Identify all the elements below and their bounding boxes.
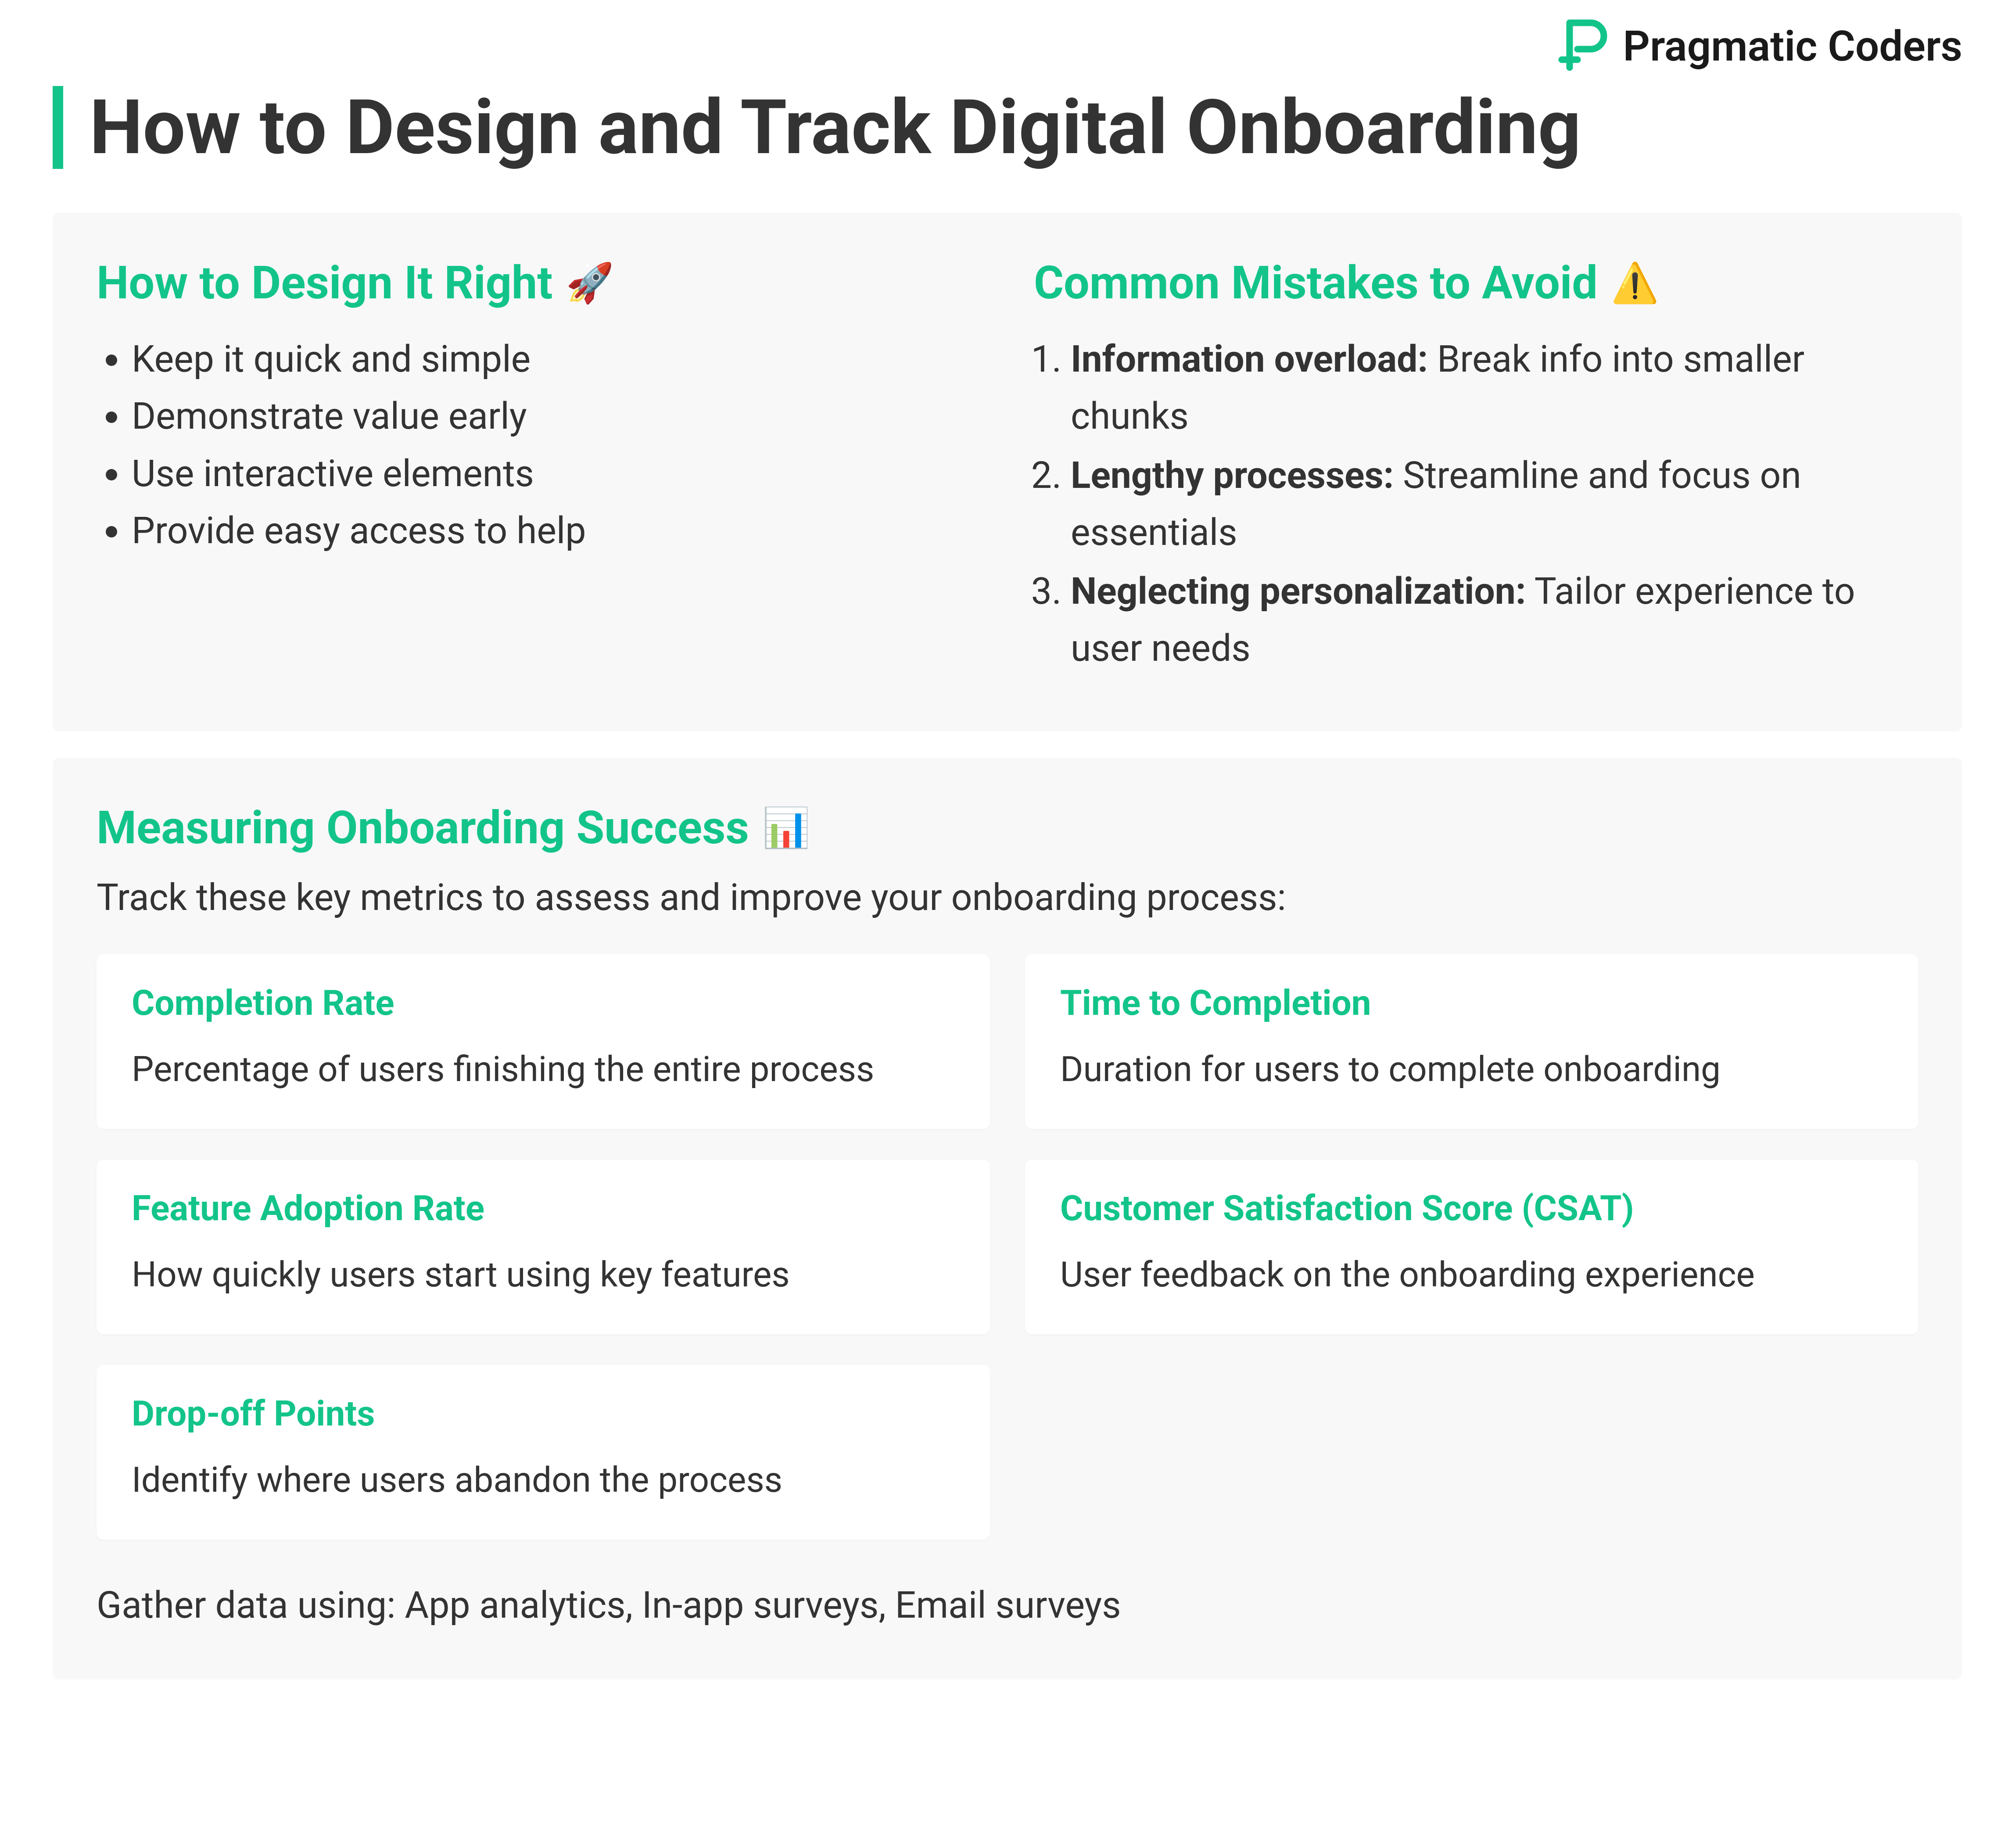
measuring-footer: Gather data using: App analytics, In-app… [97, 1583, 1918, 1627]
rocket-icon: 🚀 [566, 261, 614, 306]
design-column: How to Design It Right 🚀 Keep it quick a… [97, 257, 981, 679]
mistake-lead: Neglecting personalization: [1071, 569, 1526, 613]
metrics-grid: Completion Rate Percentage of users fini… [97, 954, 1918, 1540]
metric-card: Completion Rate Percentage of users fini… [97, 954, 990, 1129]
list-item: Information overload: Break info into sm… [1071, 331, 1918, 445]
page-title: How to Design and Track Digital Onboardi… [90, 86, 1962, 169]
metric-title: Feature Adoption Rate [132, 1188, 955, 1229]
metric-desc: Percentage of users finishing the entire… [132, 1045, 955, 1094]
design-heading-text: How to Design It Right [97, 257, 552, 310]
mistakes-column: Common Mistakes to Avoid ⚠️ Information … [1034, 257, 1918, 679]
metric-card: Time to Completion Duration for users to… [1025, 954, 1918, 1129]
list-item: Neglecting personalization: Tailor exper… [1071, 563, 1918, 677]
design-heading: How to Design It Right 🚀 [97, 257, 981, 310]
metric-desc: User feedback on the onboarding experien… [1060, 1250, 1883, 1299]
brand-logo-icon [1556, 18, 1609, 75]
metric-title: Time to Completion [1060, 982, 1883, 1024]
list-item: Demonstrate value early [132, 388, 981, 445]
mistakes-list: Information overload: Break info into sm… [1034, 331, 1918, 677]
mistakes-heading-text: Common Mistakes to Avoid [1034, 257, 1598, 310]
measuring-intro: Track these key metrics to assess and im… [97, 876, 1918, 919]
measuring-heading: Measuring Onboarding Success 📊 [97, 802, 1918, 855]
brand-logo-area: Pragmatic Coders [53, 18, 1962, 77]
mistake-lead: Lengthy processes: [1071, 454, 1394, 497]
bar-chart-icon: 📊 [762, 806, 810, 851]
metric-desc: How quickly users start using key featur… [132, 1250, 955, 1299]
metric-card: Drop-off Points Identify where users aba… [97, 1365, 990, 1540]
measuring-panel: Measuring Onboarding Success 📊 Track the… [53, 758, 1962, 1680]
list-item: Provide easy access to help [132, 502, 981, 559]
brand-name: Pragmatic Coders [1623, 22, 1962, 71]
list-item: Use interactive elements [132, 445, 981, 502]
metric-desc: Duration for users to complete onboardin… [1060, 1045, 1883, 1094]
warning-icon: ⚠️ [1611, 261, 1659, 306]
measuring-heading-text: Measuring Onboarding Success [97, 802, 749, 855]
metric-title: Completion Rate [132, 982, 955, 1024]
list-item: Keep it quick and simple [132, 331, 981, 388]
metric-title: Drop-off Points [132, 1393, 955, 1434]
metric-card: Customer Satisfaction Score (CSAT) User … [1025, 1160, 1918, 1334]
list-item: Lengthy processes: Streamline and focus … [1071, 447, 1918, 561]
metric-card: Feature Adoption Rate How quickly users … [97, 1160, 990, 1334]
design-list: Keep it quick and simple Demonstrate val… [97, 331, 981, 559]
page-title-wrap: How to Design and Track Digital Onboardi… [53, 86, 1962, 169]
metric-title: Customer Satisfaction Score (CSAT) [1060, 1188, 1883, 1229]
mistakes-heading: Common Mistakes to Avoid ⚠️ [1034, 257, 1918, 310]
mistake-lead: Information overload: [1071, 337, 1428, 381]
brand-logo: Pragmatic Coders [1556, 18, 1962, 75]
top-panel: How to Design It Right 🚀 Keep it quick a… [53, 213, 1962, 731]
metric-desc: Identify where users abandon the process [132, 1455, 955, 1504]
